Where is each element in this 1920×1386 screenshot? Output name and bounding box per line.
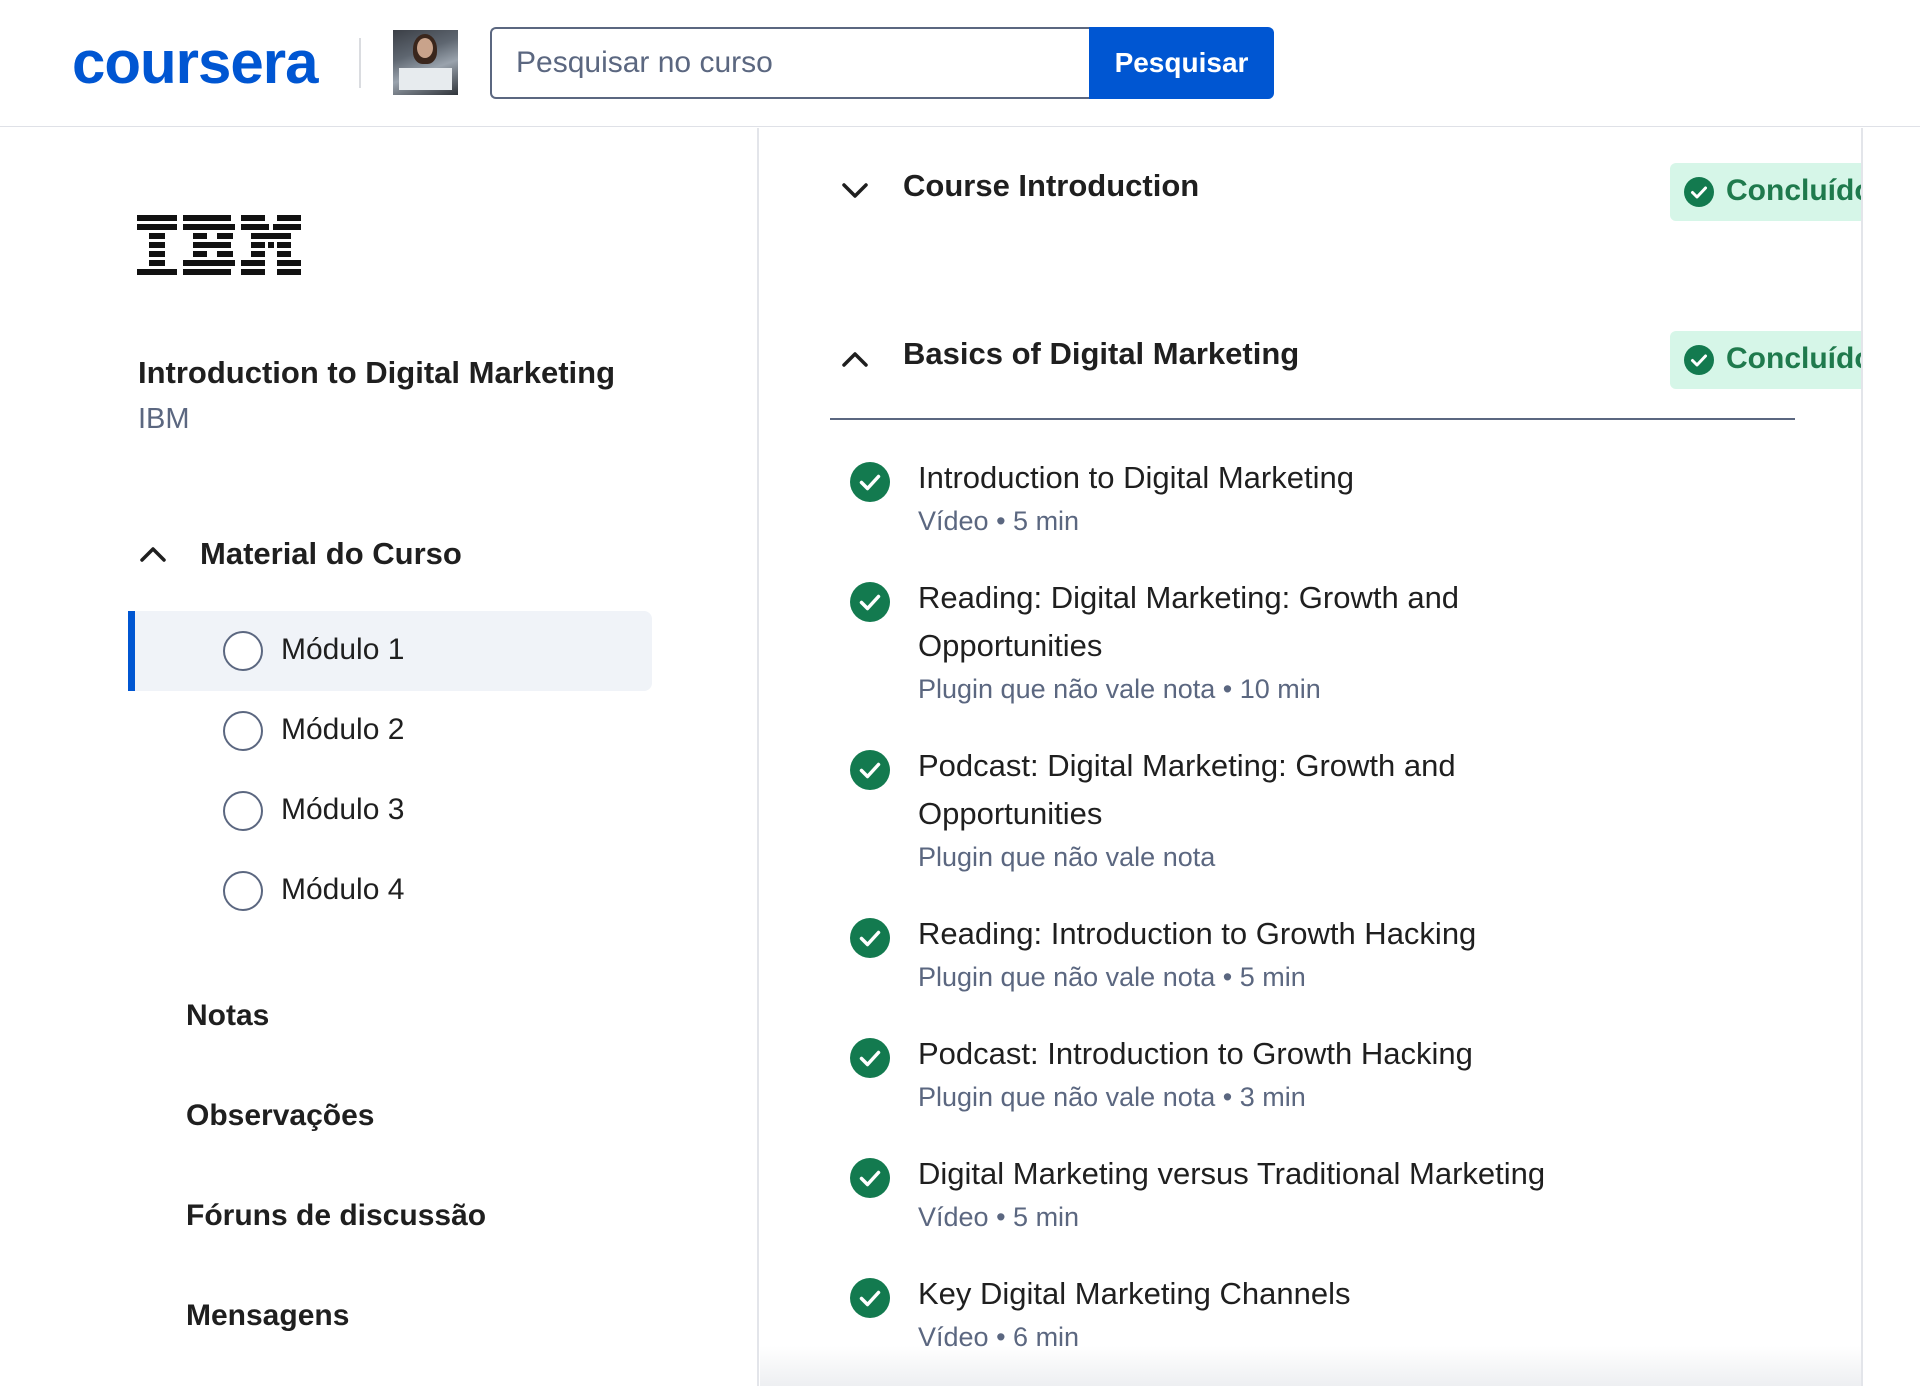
meta-separator: • bbox=[1222, 674, 1233, 704]
status-text: Concluído bbox=[1726, 174, 1863, 207]
section-divider bbox=[830, 418, 1795, 420]
check-circle-icon bbox=[850, 1158, 890, 1198]
radio-circle-icon bbox=[223, 631, 263, 671]
check-circle-icon bbox=[1684, 345, 1714, 375]
item-duration: 10 min bbox=[1239, 674, 1321, 704]
meta-separator: • bbox=[1222, 962, 1233, 992]
module-content: Course Introduction Concluído Basics of … bbox=[760, 128, 1863, 1386]
status-badge: Concluído bbox=[1670, 163, 1863, 221]
list-item[interactable]: Introduction to Digital Marketing Vídeo … bbox=[850, 454, 1750, 544]
top-header: coursera Pesquisar bbox=[0, 0, 1920, 127]
sidebar-link-mensagens[interactable]: Mensagens bbox=[186, 1299, 349, 1333]
status-text: Concluído bbox=[1726, 342, 1863, 375]
course-partner: IBM bbox=[138, 403, 190, 435]
avatar-head bbox=[417, 38, 433, 58]
check-circle-icon bbox=[1684, 177, 1714, 207]
item-title: Reading: Introduction to Growth Hacking bbox=[918, 916, 1477, 951]
header-divider bbox=[359, 38, 361, 88]
course-material-toggle[interactable]: Material do Curso bbox=[138, 530, 638, 580]
item-type: Plugin que não vale nota bbox=[918, 674, 1216, 704]
avatar-laptop bbox=[399, 68, 452, 90]
search-button[interactable]: Pesquisar bbox=[1089, 27, 1274, 99]
list-item[interactable]: Reading: Introduction to Growth Hacking … bbox=[850, 910, 1750, 1000]
chevron-down-icon bbox=[842, 183, 868, 198]
sidebar-item-module-2[interactable]: Módulo 2 bbox=[128, 691, 652, 771]
status-badge: Concluído bbox=[1670, 331, 1863, 389]
course-material-label: Material do Curso bbox=[200, 536, 462, 571]
radio-circle-icon bbox=[223, 871, 263, 911]
list-item[interactable]: Digital Marketing versus Traditional Mar… bbox=[850, 1150, 1750, 1240]
sidebar-link-observacoes[interactable]: Observações bbox=[186, 1099, 374, 1133]
section-title: Course Introduction bbox=[903, 168, 1200, 203]
sidebar-item-module-3[interactable]: Módulo 3 bbox=[128, 771, 652, 851]
chevron-up-icon bbox=[842, 352, 868, 367]
chevron-up-icon bbox=[140, 547, 166, 562]
list-item[interactable]: Podcast: Introduction to Growth Hacking … bbox=[850, 1030, 1750, 1120]
item-meta: Vídeo • 5 min bbox=[918, 506, 1079, 537]
coursera-logo[interactable]: coursera bbox=[72, 30, 318, 96]
section-basics-of-digital-marketing[interactable]: Basics of Digital Marketing Concluído bbox=[840, 331, 1863, 401]
section-course-introduction[interactable]: Course Introduction Concluído bbox=[840, 163, 1863, 233]
list-item[interactable]: Podcast: Digital Marketing: Growth and O… bbox=[850, 742, 1750, 882]
module-label: Módulo 3 bbox=[281, 793, 405, 826]
item-duration: 5 min bbox=[1239, 962, 1306, 992]
sidebar-item-module-1[interactable]: Módulo 1 bbox=[128, 611, 652, 691]
sidebar-link-notas[interactable]: Notas bbox=[186, 999, 269, 1033]
item-type: Vídeo bbox=[918, 1202, 989, 1232]
search-input[interactable] bbox=[490, 27, 1090, 99]
radio-circle-icon bbox=[223, 711, 263, 751]
course-title[interactable]: Introduction to Digital Marketing bbox=[138, 355, 615, 391]
item-meta: Plugin que não vale nota • 5 min bbox=[918, 962, 1306, 993]
check-circle-icon bbox=[850, 582, 890, 622]
item-type: Plugin que não vale nota bbox=[918, 962, 1216, 992]
item-type: Vídeo bbox=[918, 506, 989, 536]
module-label: Módulo 4 bbox=[281, 873, 405, 906]
radio-circle-icon bbox=[223, 791, 263, 831]
item-duration: 5 min bbox=[1013, 1202, 1080, 1232]
item-title: Introduction to Digital Marketing bbox=[918, 460, 1354, 495]
check-circle-icon bbox=[850, 1038, 890, 1078]
meta-separator: • bbox=[1222, 1082, 1233, 1112]
item-meta: Plugin que não vale nota • 3 min bbox=[918, 1082, 1306, 1113]
sidebar-link-foruns[interactable]: Fóruns de discussão bbox=[186, 1199, 486, 1233]
ibm-logo bbox=[137, 215, 301, 275]
check-circle-icon bbox=[850, 918, 890, 958]
scroll-shadow bbox=[760, 1346, 1861, 1386]
item-title: Podcast: Digital Marketing: Growth and O… bbox=[918, 748, 1456, 831]
item-type: Plugin que não vale nota bbox=[918, 1082, 1216, 1112]
meta-separator: • bbox=[996, 1202, 1006, 1232]
module-label: Módulo 2 bbox=[281, 713, 405, 746]
partner-avatar[interactable] bbox=[393, 30, 458, 95]
item-meta: Vídeo • 5 min bbox=[918, 1202, 1079, 1233]
item-title: Reading: Digital Marketing: Growth and O… bbox=[918, 580, 1460, 663]
item-meta: Plugin que não vale nota • 10 min bbox=[918, 674, 1321, 705]
item-meta: Plugin que não vale nota bbox=[918, 842, 1215, 873]
item-title: Podcast: Introduction to Growth Hacking bbox=[918, 1036, 1473, 1071]
course-sidebar: Introduction to Digital Marketing IBM Ma… bbox=[0, 128, 759, 1386]
item-title: Key Digital Marketing Channels bbox=[918, 1276, 1351, 1311]
item-title: Digital Marketing versus Traditional Mar… bbox=[918, 1156, 1546, 1191]
check-circle-icon bbox=[850, 462, 890, 502]
item-type: Plugin que não vale nota bbox=[918, 842, 1216, 872]
section-title: Basics of Digital Marketing bbox=[903, 336, 1300, 371]
item-duration: 3 min bbox=[1239, 1082, 1306, 1112]
check-circle-icon bbox=[850, 750, 890, 790]
check-circle-icon bbox=[850, 1278, 890, 1318]
meta-separator: • bbox=[996, 506, 1006, 536]
list-item[interactable]: Reading: Digital Marketing: Growth and O… bbox=[850, 574, 1750, 714]
module-label: Módulo 1 bbox=[281, 633, 405, 666]
item-duration: 5 min bbox=[1013, 506, 1080, 536]
sidebar-item-module-4[interactable]: Módulo 4 bbox=[128, 851, 652, 931]
